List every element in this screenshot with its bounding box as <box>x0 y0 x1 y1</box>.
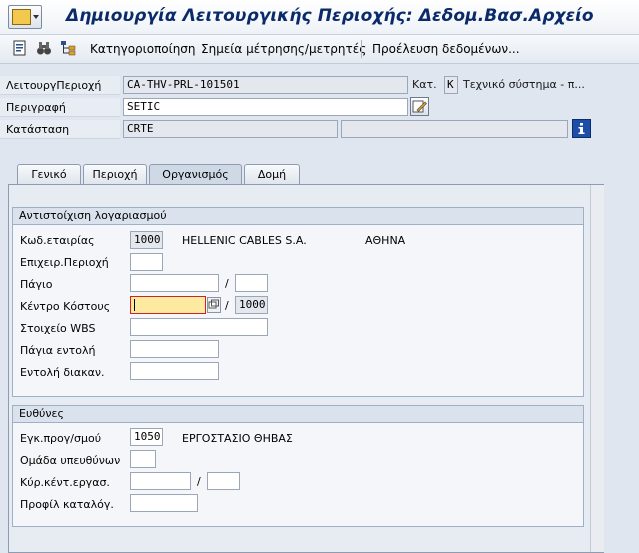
text-cursor <box>134 299 135 311</box>
controlling-area-field[interactable]: 1000 <box>235 296 268 314</box>
info-icon <box>578 123 585 134</box>
category-text: Τεχνικό σύστημα - π... <box>463 78 585 91</box>
status-field-2[interactable] <box>341 120 568 138</box>
planning-plant-field[interactable]: 1050 <box>130 428 163 446</box>
wbs-label: Στοιχείο WBS <box>20 322 96 335</box>
company-code-label: Κωδ.εταιρίας <box>20 234 95 247</box>
wbs-field[interactable] <box>130 318 268 336</box>
hierarchy-icon[interactable] <box>60 40 76 56</box>
long-text-button[interactable] <box>410 97 429 116</box>
company-code-field[interactable]: 1000 <box>130 231 163 249</box>
tab-organization[interactable]: Οργανισμός <box>149 164 242 185</box>
company-name: HELLENIC CABLES S.A. <box>182 234 307 247</box>
status-label: Κατάσταση <box>0 120 120 139</box>
tab-structure[interactable]: Δομή <box>244 164 300 184</box>
description-field[interactable]: SETIC <box>123 98 408 116</box>
tab-location[interactable]: Περιοχή <box>83 164 147 184</box>
toolbar-separator <box>361 40 362 58</box>
cost-center-search-button[interactable] <box>207 297 221 313</box>
asset-slash: / <box>225 277 229 290</box>
binoculars-icon[interactable] <box>36 40 52 56</box>
group-title-responsibilities: Ευθύνες <box>13 406 583 423</box>
tab-general[interactable]: Γενικό <box>17 164 81 184</box>
group-title-account: Αντιστοίχιση λογαριασμού <box>13 208 583 225</box>
planner-group-field[interactable] <box>130 450 156 468</box>
main-workcenter-label: Κύρ.κέντ.εργασ. <box>20 476 110 489</box>
category-field[interactable]: K <box>444 76 458 94</box>
business-area-field[interactable] <box>130 253 163 271</box>
main-workcenter-plant-field[interactable] <box>207 472 240 490</box>
system-menu-icon <box>12 9 31 25</box>
cost-center-field[interactable] <box>130 296 206 314</box>
window-title: Δημιουργία Λειτουργικής Περιοχής: Δεδομ.… <box>66 6 594 26</box>
asset-subnumber-field[interactable] <box>235 274 268 292</box>
cost-center-label: Κέντρο Κόστους <box>20 300 111 313</box>
status-info-button[interactable] <box>572 119 591 138</box>
planner-group-label: Ομάδα υπευθύνων <box>20 454 121 467</box>
document-list-icon[interactable] <box>12 40 28 56</box>
company-city: ΑΘΗΝΑ <box>365 234 406 247</box>
copy-window-icon <box>208 299 219 309</box>
chevron-down-icon <box>33 15 39 19</box>
funcloc-field[interactable]: CA-THV-PRL-101501 <box>123 76 408 94</box>
standing-order-label: Πάγια εντολή <box>20 344 96 357</box>
category-label: Κατ. <box>412 78 437 91</box>
main-workcenter-field[interactable] <box>130 472 191 490</box>
funcloc-label: ΛειτουργΠεριοχή <box>0 76 120 95</box>
edit-pencil-icon <box>412 100 427 113</box>
status-field[interactable]: CRTE <box>123 120 338 138</box>
planning-plant-name: ΕΡΓΟΣΤΑΣΙΟ ΘΗΒΑΣ <box>182 432 293 445</box>
settlement-order-field[interactable] <box>130 362 219 380</box>
business-area-label: Επιχειρ.Περιοχή <box>20 256 109 269</box>
system-menu-button[interactable] <box>8 5 42 29</box>
catalog-profile-field[interactable] <box>130 494 198 512</box>
description-label: Περιγραφή <box>0 98 120 117</box>
toolbar-button-data-origin[interactable]: Προέλευση δεδομένων... <box>372 42 520 56</box>
planning-plant-label: Εγκ.προγ/σμού <box>20 432 102 445</box>
toolbar-button-measuring-points[interactable]: Σημεία μέτρησης/μετρητές <box>201 42 366 56</box>
toolbar-button-classification[interactable]: Κατηγοριοποίηση <box>90 42 196 56</box>
asset-field[interactable] <box>130 274 219 292</box>
asset-label: Πάγιο <box>20 278 53 291</box>
main-workcenter-slash: / <box>197 475 201 488</box>
cost-center-slash: / <box>225 299 229 312</box>
vertical-scrollbar[interactable] <box>590 185 604 552</box>
settlement-order-label: Εντολή διακαν. <box>20 366 105 379</box>
catalog-profile-label: Προφίλ καταλόγ. <box>20 498 114 511</box>
standing-order-field[interactable] <box>130 340 219 358</box>
